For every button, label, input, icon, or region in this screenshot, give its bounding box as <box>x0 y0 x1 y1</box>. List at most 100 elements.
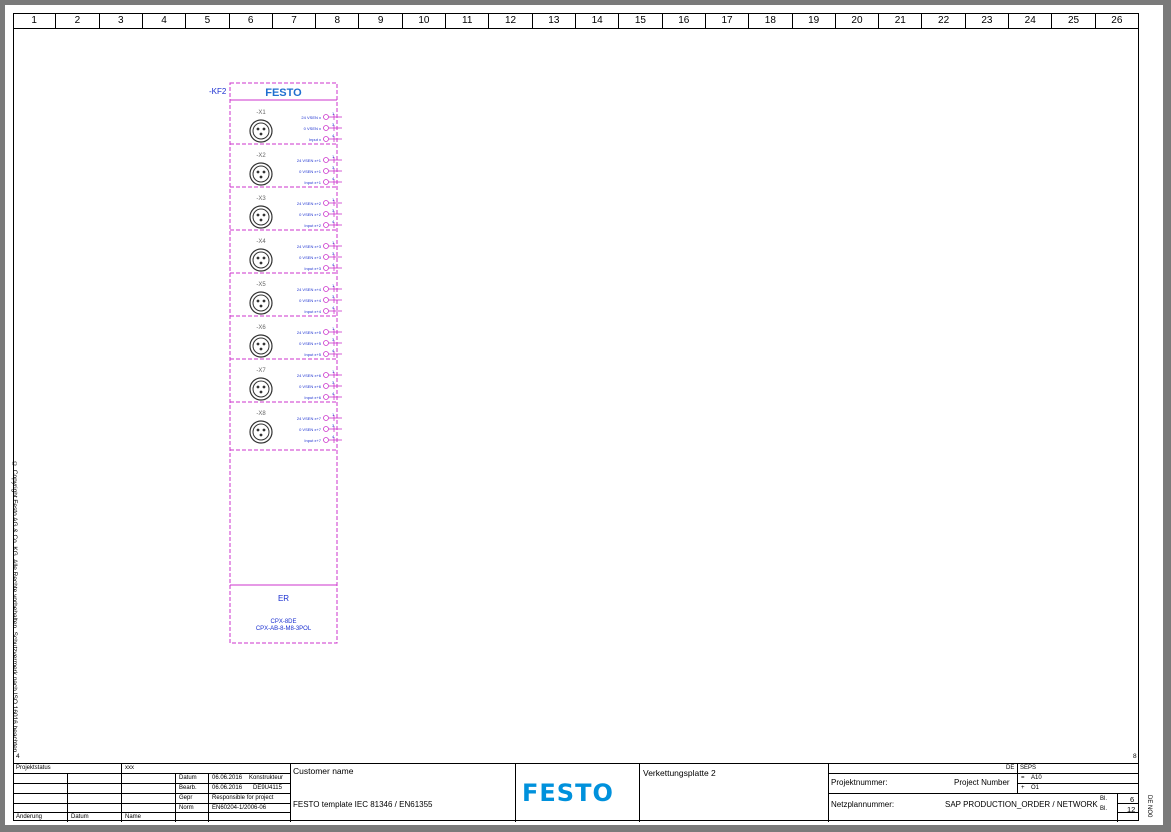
device-brand-logo: FESTO <box>265 87 302 99</box>
port-pin <box>256 170 260 174</box>
pin-terminal <box>323 329 329 335</box>
pin-number: 3 <box>332 165 335 170</box>
pin-label: 24 VSEN x+3 <box>297 244 322 249</box>
title-block: Projektstatus xxx Datum 06.06.2016 Konst… <box>13 763 1139 822</box>
pin-label: 0 VSEN x+1 <box>299 169 322 174</box>
pin-terminal <box>323 136 329 142</box>
projektstatus-label: Projektstatus <box>16 765 51 771</box>
sheet-label: Bl. <box>1100 796 1108 802</box>
customer-name: Customer name <box>293 766 354 776</box>
pin-terminal <box>323 168 329 174</box>
pin-label: Input x+1 <box>304 180 321 185</box>
drawing-sheet: 1 2 3 4 5 6 7 8 9 10 11 12 13 14 15 16 17 18 19 20 21 22 23 24 2… <box>5 5 1163 825</box>
port-connector-inner <box>252 423 270 441</box>
pin-terminal <box>323 308 329 314</box>
bearb-user: DE9U4115 <box>253 785 282 791</box>
port-name: -X8 <box>256 411 266 417</box>
gepr-value: Responsible for project <box>212 795 274 801</box>
pin-label: Input x+5 <box>304 352 321 357</box>
pin-label: 24 VSEN x+6 <box>297 373 322 378</box>
port-name: -X6 <box>256 325 266 331</box>
er-label: ER <box>278 594 289 603</box>
pin-label: Input x+2 <box>304 223 321 228</box>
pin-terminal <box>323 415 329 421</box>
pin-number: 3 <box>332 337 335 342</box>
norm-value: EN60204-1/2006-06 <box>212 805 267 811</box>
pin-label: Input x+7 <box>304 438 321 443</box>
port-connector-inner <box>252 337 270 355</box>
model-line-1: CPX-8DE <box>270 619 296 625</box>
pin-terminal <box>323 222 329 228</box>
projekt-value: Project Number <box>954 778 1010 787</box>
pin-label: Input x+6 <box>304 395 321 400</box>
pin-label: 0 VSEN x+7 <box>299 427 322 432</box>
plus-sign: + <box>1021 785 1025 791</box>
pin-number: 1 <box>332 326 335 331</box>
pin-terminal <box>323 211 329 217</box>
pin-number: 1 <box>332 240 335 245</box>
festo-logo: FESTO <box>522 779 614 807</box>
port-name: -X7 <box>256 368 266 374</box>
port-pin <box>262 299 266 303</box>
port-connector-inner <box>252 380 270 398</box>
pin-terminal <box>323 114 329 120</box>
port-pin <box>262 213 266 217</box>
pin-terminal <box>323 426 329 432</box>
port-pin <box>262 385 266 389</box>
pin-number: 3 <box>332 208 335 213</box>
port-pin <box>262 342 266 346</box>
bearb-value: 06.06.2016 <box>212 785 243 791</box>
port-pin <box>262 170 266 174</box>
pin-terminal <box>323 297 329 303</box>
drawing-title: Verkettungsplatte 2 <box>643 768 716 778</box>
sheets-total-label: Bl. <box>1100 806 1108 812</box>
port-pin <box>256 299 260 303</box>
pin-number: 3 <box>332 380 335 385</box>
equals-value: A10 <box>1031 775 1042 781</box>
port-pin <box>259 218 263 222</box>
norm-label: Norm <box>179 805 194 811</box>
pin-number: 1 <box>332 369 335 374</box>
datum-role: Konstrukteur <box>249 775 284 781</box>
sheet-value: 6 <box>1130 795 1135 804</box>
device-outline <box>229 82 338 644</box>
pin-number: 1 <box>332 283 335 288</box>
pin-terminal <box>323 125 329 131</box>
pin-number: 4 <box>332 176 335 181</box>
port-pin <box>262 428 266 432</box>
port-pin <box>262 127 266 131</box>
port-name: -X2 <box>256 153 266 159</box>
pin-number: 1 <box>332 111 335 116</box>
pin-label: 0 VSEN x+5 <box>299 341 322 346</box>
port-pin <box>262 256 266 260</box>
pin-terminal <box>323 351 329 357</box>
equals-sign: = <box>1021 775 1025 781</box>
port-pin <box>259 132 263 136</box>
pin-number: 1 <box>332 154 335 159</box>
pin-label: 24 VSEN x+5 <box>297 330 322 335</box>
pin-number: 4 <box>332 348 335 353</box>
status-value: xxx <box>125 765 134 771</box>
pin-number: 1 <box>332 412 335 417</box>
port-connector-inner <box>252 165 270 183</box>
aenderung-label: Änderung <box>16 814 43 820</box>
pin-terminal <box>323 383 329 389</box>
pin-number: 4 <box>332 219 335 224</box>
port-name: -X5 <box>256 282 266 288</box>
pin-label: 24 VSEN x+1 <box>297 158 322 163</box>
port-pin <box>259 390 263 394</box>
datum2-label: Datum <box>71 814 89 820</box>
pin-terminal <box>323 200 329 206</box>
datum-label: Datum <box>179 775 197 781</box>
pin-number: 4 <box>332 305 335 310</box>
pin-number: 3 <box>332 251 335 256</box>
port-pin <box>256 385 260 389</box>
schematic: -KF2 FESTO -X1 24 VSEN x 1 0 VSEN x 3 Input x 4 -… <box>209 82 342 644</box>
datum-value: 06.06.2016 <box>212 775 243 781</box>
plus-value: O1 <box>1031 785 1040 791</box>
model-line-2: CPX-AB-8-M8-3POL <box>256 626 312 632</box>
pin-terminal <box>323 243 329 249</box>
pin-terminal <box>323 254 329 260</box>
pin-label: 24 VSEN x <box>301 115 321 120</box>
sheets-total-value: 12 <box>1127 805 1136 814</box>
